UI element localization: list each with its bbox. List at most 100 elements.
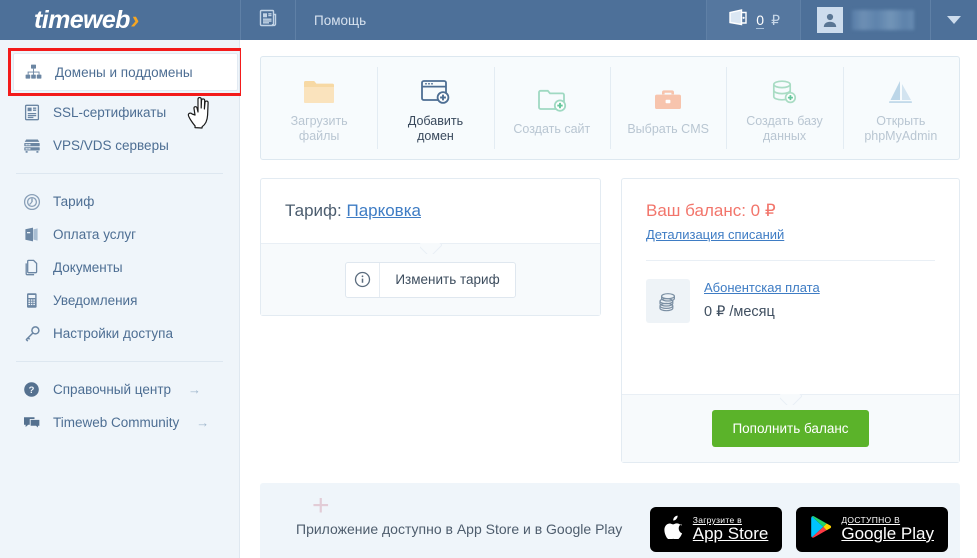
store-badges: Загрузите в App Store ДОСТУПНО В Google … [649, 506, 948, 552]
sidebar-item-vps[interactable]: VPS/VDS серверы [0, 129, 239, 162]
gauge-icon [22, 192, 41, 211]
sitemap-icon [24, 63, 43, 82]
sidebar-item-ssl-label: SSL-сертификаты [53, 105, 167, 120]
quick-action-open-phpmyadmin-label: Открыть phpMyAdmin [864, 114, 938, 143]
sidebar-item-domains-label: Домены и поддомены [55, 64, 193, 80]
main-content: Загрузить файлы Добавить домен Создать с… [241, 40, 977, 558]
sidebar-item-tariff-label: Тариф [53, 194, 95, 209]
quick-action-choose-cms[interactable]: Выбрать CMS [609, 57, 726, 159]
change-tariff-button[interactable]: Изменить тариф [345, 261, 516, 298]
logo-caret-icon: › [130, 5, 140, 34]
tariff-line: Тариф: Парковка [285, 201, 576, 221]
wallet-icon [727, 8, 749, 32]
footer-notch [420, 243, 442, 254]
googleplay-badge[interactable]: ДОСТУПНО В Google Play [796, 506, 948, 552]
balance-divider [646, 260, 935, 261]
chat-icon [22, 413, 41, 432]
wallet-amount: 0 [756, 11, 765, 29]
subscription-fee-amount: 0 ₽ /месяц [704, 304, 775, 320]
balance-card: Ваш баланс: 0 ₽ Детализация списаний Або… [621, 178, 960, 463]
phpmyadmin-sail-icon [885, 72, 917, 106]
googleplay-badge-big: Google Play [841, 524, 934, 543]
question-circle-icon: ? [22, 380, 41, 399]
user-menu[interactable] [801, 0, 931, 40]
pager-icon [22, 291, 41, 310]
wallet-button[interactable]: 0 ₽ [706, 0, 801, 40]
balance-card-body: Ваш баланс: 0 ₽ Детализация списаний Або… [622, 179, 959, 323]
sidebar-item-access-settings-label: Настройки доступа [53, 326, 173, 341]
plus-decoration-icon: + [312, 489, 330, 522]
timeweb-control-panel: timeweb › Помощь 0 ₽ Домены и поддомены … [0, 0, 977, 558]
topup-balance-button[interactable]: Пополнить баланс [712, 410, 869, 447]
subscription-fee-link[interactable]: Абонентская плата [704, 280, 820, 295]
sidebar-item-documents-label: Документы [53, 260, 123, 275]
logo-text: timeweb [34, 5, 130, 34]
news-button[interactable] [240, 0, 296, 40]
sidebar: Домены и поддомены SSL-сертификаты VPS/V… [0, 40, 243, 558]
username-redacted [852, 10, 914, 30]
external-link-arrow-icon: → [196, 415, 210, 430]
sidebar-item-documents[interactable]: Документы [0, 251, 239, 284]
sidebar-divider-1 [16, 173, 223, 174]
tariff-card-body: Тариф: Парковка [261, 179, 600, 221]
appstore-badge-big: App Store [692, 524, 769, 543]
google-play-icon [810, 515, 832, 544]
appstore-badge-texts: Загрузите в App Store [693, 515, 769, 543]
documents-icon [22, 258, 41, 277]
coins-icon [646, 279, 690, 323]
change-tariff-button-label: Изменить тариф [395, 272, 500, 287]
quick-action-create-database[interactable]: Создать базу данных [726, 57, 842, 159]
external-link-arrow-icon: → [188, 382, 202, 397]
sidebar-item-notifications-label: Уведомления [53, 293, 138, 308]
user-avatar-icon [817, 7, 843, 33]
sidebar-item-payment[interactable]: Оплата услуг [0, 218, 239, 251]
quick-action-add-domain[interactable]: Добавить домен [377, 57, 493, 159]
user-menu-toggle[interactable] [931, 0, 977, 40]
add-domain-icon [419, 72, 451, 106]
quick-action-upload-files[interactable]: Загрузить файлы [261, 57, 377, 159]
mobile-app-promo: + Приложение доступно в App Store и в Go… [260, 483, 960, 558]
quick-action-create-site-label: Создать сайт [513, 121, 591, 136]
tariff-prefix-label: Тариф: [285, 201, 347, 220]
key-icon [22, 324, 41, 343]
top-bar: timeweb › Помощь 0 ₽ [0, 0, 977, 40]
balance-title: Ваш баланс: 0 ₽ [646, 201, 776, 220]
quick-action-create-site[interactable]: Создать сайт [493, 57, 610, 159]
balance-detail-link[interactable]: Детализация списаний [646, 227, 784, 242]
certificate-icon [22, 103, 41, 122]
folder-plus-icon [536, 80, 568, 114]
subscription-fee-row: Абонентская плата 0 ₽ /месяц [646, 279, 935, 323]
quick-action-open-phpmyadmin[interactable]: Открыть phpMyAdmin [842, 57, 959, 159]
quick-action-create-database-label: Создать базу данных [746, 114, 823, 143]
apple-logo-icon [664, 515, 684, 544]
appstore-badge[interactable]: Загрузите в App Store [649, 506, 783, 552]
sidebar-item-help-center-label: Справочный центр [53, 382, 172, 397]
help-label: Помощь [314, 12, 367, 28]
sidebar-item-access-settings[interactable]: Настройки доступа [0, 317, 239, 350]
tariff-card: Тариф: Парковка Изменить тариф [260, 178, 601, 316]
sidebar-item-notifications[interactable]: Уведомления [0, 284, 239, 317]
server-icon [22, 136, 41, 155]
quick-action-choose-cms-label: Выбрать CMS [627, 121, 709, 136]
sidebar-item-vps-label: VPS/VDS серверы [53, 138, 169, 153]
tariff-name-link[interactable]: Парковка [346, 201, 421, 220]
tariff-card-footer: Изменить тариф [261, 243, 600, 315]
sidebar-item-community[interactable]: Timeweb Community → [0, 406, 239, 439]
balance-card-footer: Пополнить баланс [622, 394, 959, 462]
footer-notch [780, 394, 802, 405]
sidebar-item-domains[interactable]: Домены и поддомены [13, 53, 238, 91]
subscription-fee-texts: Абонентская плата 0 ₽ /месяц [704, 279, 820, 320]
folder-icon [302, 72, 336, 106]
quick-actions-panel: Загрузить файлы Добавить домен Создать с… [260, 56, 960, 160]
wallet-currency: ₽ [771, 11, 780, 28]
logo[interactable]: timeweb › [0, 0, 240, 40]
help-menu-item[interactable]: Помощь [296, 0, 384, 40]
quick-action-add-domain-label: Добавить домен [407, 114, 464, 143]
sidebar-item-help-center[interactable]: ? Справочный центр → [0, 373, 239, 406]
sidebar-item-tariff[interactable]: Тариф [0, 185, 239, 218]
briefcase-icon [652, 80, 684, 114]
news-icon [257, 7, 279, 34]
info-circle-icon [346, 262, 381, 297]
sidebar-divider-2 [16, 361, 223, 362]
